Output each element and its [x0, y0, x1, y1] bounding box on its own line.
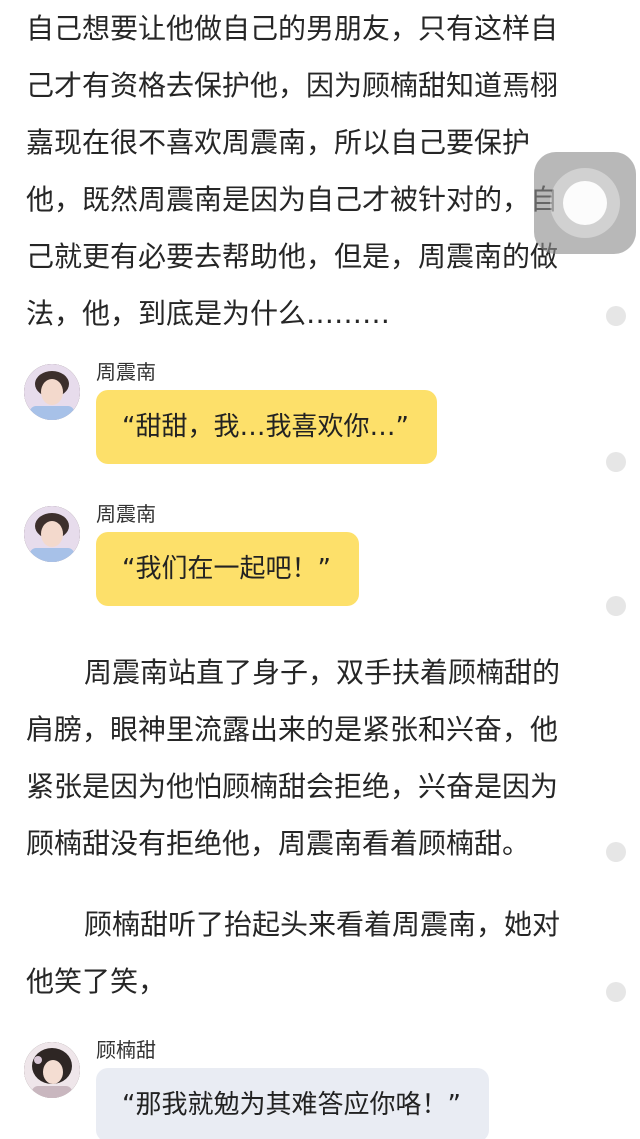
text-line: 肩膀，眼神里流露出来的是紧张和兴奋，他 — [26, 713, 559, 746]
story-paragraph-2: 周震南站直了身子，双手扶着顾楠甜的 肩膀，眼神里流露出来的是紧张和兴奋，他 紧张… — [26, 644, 586, 872]
avatar[interactable] — [24, 506, 80, 562]
text-line: 顾楠甜没有拒绝他，周震南看着顾楠甜。 — [26, 827, 531, 860]
text-line: 紧张是因为他怕顾楠甜会拒绝，兴奋是因为 — [26, 770, 559, 803]
text-line: 他笑了笑， — [26, 965, 167, 998]
chat-bubble: “那我就勉为其难答应你咯！” — [96, 1068, 489, 1139]
avatar[interactable] — [24, 1042, 80, 1098]
avatar-photo-icon — [24, 506, 80, 562]
sender-name: 周震南 — [96, 360, 156, 384]
scroll-marker-dot[interactable] — [606, 842, 626, 862]
chat-bubble: “我们在一起吧！” — [96, 532, 359, 606]
story-paragraph-1: 自己想要让他做自己的男朋友，只有这样自 己才有资格去保护他，因为顾楠甜知道焉栩 … — [26, 0, 586, 342]
text-line: 己就更有必要去帮助他，但是，周震南的做 — [26, 240, 559, 273]
sender-name: 顾楠甜 — [96, 1038, 156, 1062]
chat-bubble: “甜甜，我…我喜欢你…” — [96, 390, 437, 464]
text-line: 己才有资格去保护他，因为顾楠甜知道焉栩 — [26, 69, 559, 102]
text-line: 周震南站直了身子，双手扶着顾楠甜的 — [84, 656, 561, 689]
text-line: 顾楠甜听了抬起头来看着周震南，她对 — [84, 908, 561, 941]
sender-name: 周震南 — [96, 502, 156, 526]
scroll-marker-dot[interactable] — [606, 596, 626, 616]
text-line: 他，既然周震南是因为自己才被针对的，自 — [26, 183, 559, 216]
scroll-marker-dot[interactable] — [606, 452, 626, 472]
scroll-marker-dot[interactable] — [606, 306, 626, 326]
story-paragraph-3: 顾楠甜听了抬起头来看着周震南，她对 他笑了笑， — [26, 896, 586, 1010]
assistive-touch-button[interactable] — [534, 152, 636, 254]
assistive-touch-core — [563, 181, 607, 225]
avatar[interactable] — [24, 364, 80, 420]
text-line: 自己想要让他做自己的男朋友，只有这样自 — [26, 12, 559, 45]
text-line: 法，他，到底是为什么……… — [26, 297, 391, 330]
avatar-photo-icon — [24, 1042, 80, 1098]
avatar-photo-icon — [24, 364, 80, 420]
scroll-marker-dot[interactable] — [606, 982, 626, 1002]
text-line: 嘉现在很不喜欢周震南，所以自己要保护 — [26, 126, 531, 159]
